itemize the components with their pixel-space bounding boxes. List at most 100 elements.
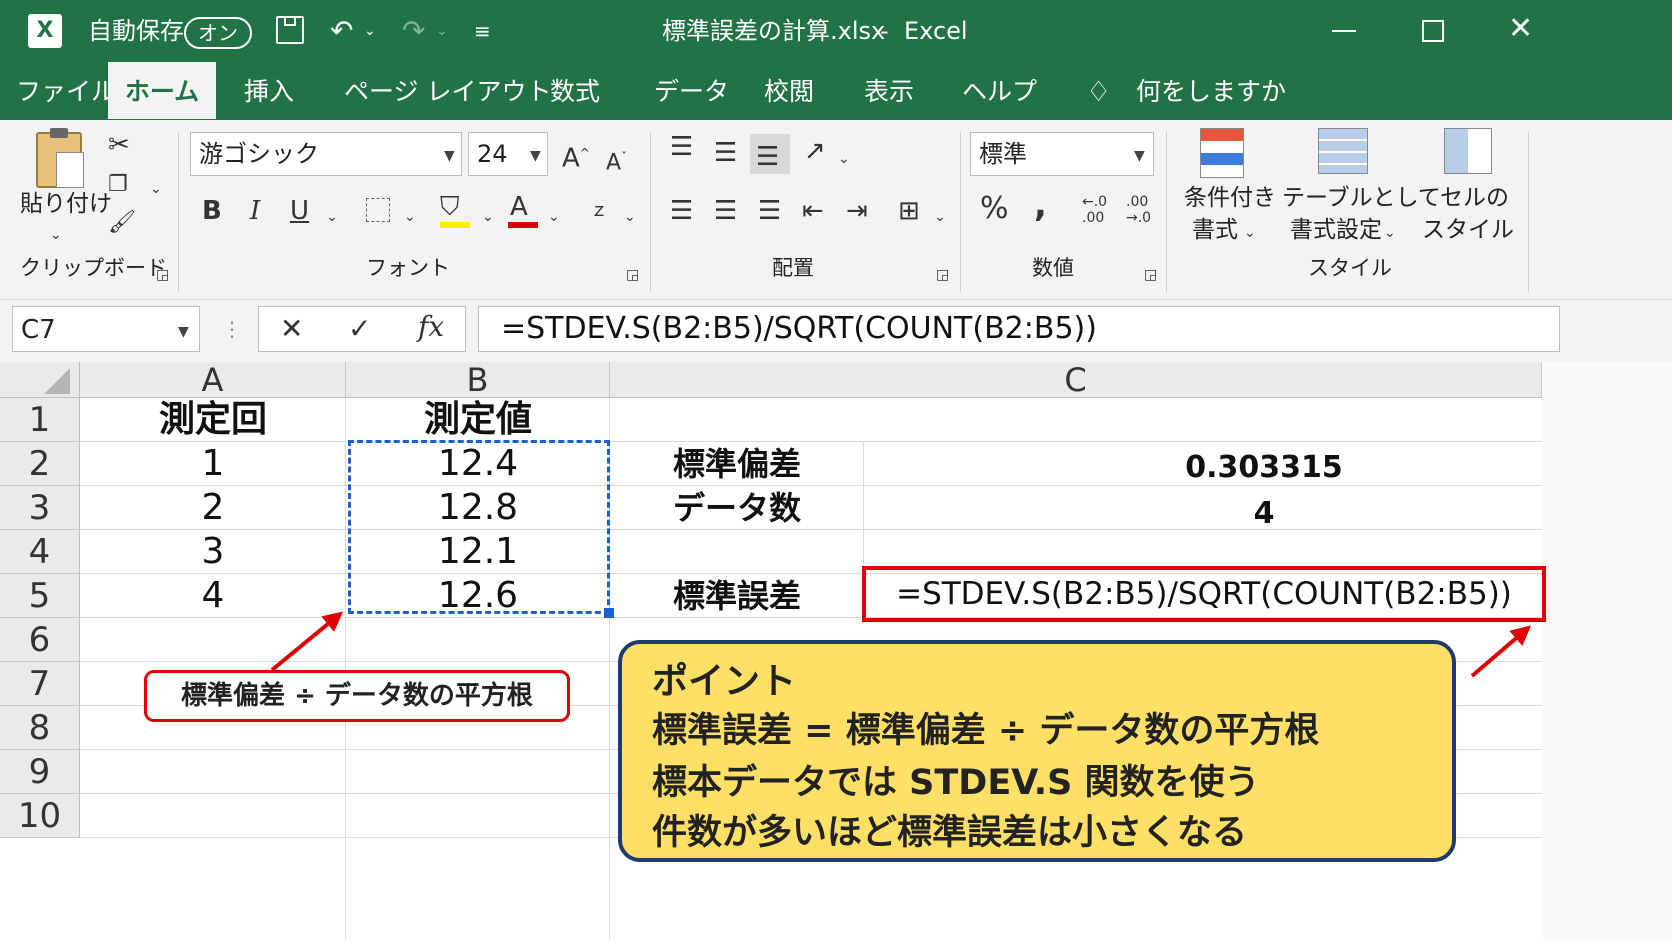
grow-font-icon[interactable]: A^	[562, 138, 590, 174]
phonetic-dropdown-icon[interactable]: ⌄	[624, 202, 636, 232]
tab-file[interactable]: ファイル	[16, 62, 116, 120]
fill-color-dropdown-icon[interactable]: ⌄	[482, 202, 494, 232]
conditional-formatting-label-1[interactable]: 条件付き	[1184, 184, 1276, 212]
font-color-dropdown-icon[interactable]: ⌄	[548, 202, 560, 232]
number-format-dropdown-icon[interactable]: ▼	[1134, 148, 1145, 164]
conditional-formatting-dropdown-icon[interactable]: ⌄	[1244, 218, 1256, 248]
cut-icon[interactable]: ✂	[108, 130, 130, 160]
conditional-formatting-icon[interactable]	[1200, 128, 1244, 178]
clipboard-group-label: クリップボード	[20, 256, 167, 280]
phonetic-icon[interactable]: ｚ	[590, 196, 608, 226]
cell-styles-label-1[interactable]: セルの	[1440, 184, 1509, 212]
excel-logo-icon: X	[28, 14, 62, 48]
font-size-dropdown-icon[interactable]: ▼	[530, 148, 541, 164]
callout-arrow	[270, 611, 344, 672]
point-line-2: 標本データでは STDEV.S 関数を使う	[652, 763, 1260, 803]
italic-button[interactable]: I	[250, 196, 260, 226]
tab-page-layout[interactable]: ページ レイアウト	[344, 62, 551, 120]
align-right-icon[interactable]: ☰	[758, 196, 781, 226]
redo-dropdown-icon: ⌄	[436, 23, 448, 39]
point-line-3: 件数が多いほど標準誤差は小さくなる	[652, 813, 1248, 853]
customize-qat-icon[interactable]: ≡	[474, 14, 491, 48]
save-icon[interactable]	[276, 16, 304, 44]
tab-help[interactable]: ヘルプ	[962, 62, 1037, 120]
conditional-formatting-label-2[interactable]: 書式	[1192, 216, 1238, 244]
formula-bar-grip-icon: ⋮	[222, 317, 242, 341]
percent-button[interactable]: %	[980, 194, 1009, 224]
increase-decimal-icon[interactable]: ←.0.00	[1082, 194, 1107, 226]
align-center-icon[interactable]: ☰	[714, 196, 737, 226]
autosave-toggle[interactable]: オン	[184, 17, 252, 49]
redo-icon: ↷	[402, 14, 426, 47]
font-name-value: 游ゴシック	[199, 140, 319, 168]
autosave-label: 自動保存	[88, 17, 184, 45]
increase-indent-icon[interactable]: ⇥	[846, 196, 868, 226]
paste-dropdown-icon[interactable]: ⌄	[50, 220, 62, 250]
orientation-icon[interactable]: ↗	[804, 136, 826, 166]
tab-data[interactable]: データ	[654, 62, 729, 120]
font-name-dropdown-icon[interactable]: ▼	[444, 148, 455, 164]
alignment-launcher-icon[interactable]: ◲	[936, 260, 949, 290]
point-line-1: 標準誤差 = 標準偏差 ÷ データ数の平方根	[652, 711, 1320, 751]
tab-home[interactable]: ホーム	[108, 62, 216, 124]
number-format-select[interactable]: 標準	[970, 132, 1154, 176]
format-as-table-label-1[interactable]: テーブルとして	[1282, 184, 1441, 212]
tab-formulas[interactable]: 数式	[550, 62, 600, 120]
ribbon: 貼り付け ⌄ ✂ ❐ ⌄ 🖌 クリップボード ◲ 游ゴシック ▼ 24 ▼ A^…	[0, 120, 1672, 300]
font-launcher-icon[interactable]: ◲	[626, 260, 639, 290]
enter-icon[interactable]: ✓	[348, 314, 371, 344]
minimize-icon[interactable]	[1332, 30, 1356, 32]
format-as-table-icon[interactable]	[1318, 128, 1368, 174]
borders-icon[interactable]	[366, 198, 390, 222]
cancel-icon[interactable]: ✕	[280, 314, 303, 344]
fill-color-swatch	[440, 222, 470, 228]
decrease-decimal-icon[interactable]: .00 →.0	[1126, 194, 1151, 226]
font-name-select[interactable]: 游ゴシック	[190, 132, 462, 176]
copy-dropdown-icon[interactable]: ⌄	[150, 174, 162, 204]
bold-button[interactable]: B	[202, 196, 222, 226]
shrink-font-icon[interactable]: Aˇ	[606, 142, 627, 178]
underline-dropdown-icon[interactable]: ⌄	[326, 202, 338, 232]
decrease-indent-icon[interactable]: ⇤	[802, 196, 824, 226]
align-middle-icon[interactable]: ☰	[714, 138, 737, 168]
align-top-icon[interactable]: ☰	[670, 132, 693, 162]
undo-icon[interactable]: ↶	[330, 14, 353, 48]
lightbulb-icon: ♢	[1086, 75, 1112, 108]
comma-button[interactable]: ,	[1034, 188, 1047, 222]
insert-function-icon[interactable]: fx	[418, 312, 444, 342]
name-box[interactable]: C7	[12, 306, 200, 352]
tab-view[interactable]: 表示	[864, 62, 914, 120]
clipboard-launcher-icon[interactable]: ◲	[156, 260, 169, 290]
merge-dropdown-icon[interactable]: ⌄	[934, 202, 946, 232]
paste-icon[interactable]	[36, 128, 84, 188]
borders-dropdown-icon[interactable]: ⌄	[404, 202, 416, 232]
alignment-group-label: 配置	[772, 256, 814, 280]
cell-styles-icon[interactable]	[1444, 128, 1492, 174]
align-left-icon[interactable]: ☰	[670, 196, 693, 226]
copy-icon[interactable]: ❐	[108, 170, 128, 200]
close-icon[interactable]: ✕	[1508, 12, 1533, 46]
tab-insert[interactable]: 挿入	[244, 62, 294, 120]
maximize-icon[interactable]	[1422, 20, 1444, 42]
format-as-table-dropdown-icon[interactable]: ⌄	[1384, 218, 1396, 248]
merge-center-icon[interactable]: ⊞	[898, 196, 920, 226]
point-title: ポイント	[652, 661, 797, 702]
format-painter-icon[interactable]: 🖌	[108, 208, 136, 238]
format-as-table-label-2[interactable]: 書式設定	[1290, 216, 1382, 244]
fill-color-icon[interactable]: ⛉	[440, 192, 460, 222]
align-bottom-icon[interactable]: ☰	[756, 142, 779, 172]
underline-button[interactable]: U	[290, 196, 309, 226]
orientation-dropdown-icon[interactable]: ⌄	[838, 144, 850, 174]
paste-label[interactable]: 貼り付け	[20, 190, 112, 218]
undo-dropdown-icon[interactable]: ⌄	[364, 14, 376, 48]
number-launcher-icon[interactable]: ◲	[1144, 260, 1157, 290]
number-group-label: 数値	[1032, 256, 1074, 280]
menu-bar: ファイル ホーム 挿入 ページ レイアウト 数式 データ 校閲 表示 ヘルプ ♢…	[0, 62, 1672, 124]
font-color-button[interactable]: A	[510, 192, 528, 222]
tell-me-search[interactable]: 何をしますか	[1136, 62, 1286, 120]
formula-input[interactable]: =STDEV.S(B2:B5)/SQRT(COUNT(B2:B5))	[478, 306, 1560, 352]
font-color-swatch	[508, 222, 538, 228]
tab-review[interactable]: 校閲	[764, 62, 814, 120]
name-box-dropdown-icon[interactable]: ▼	[178, 324, 189, 340]
cell-styles-dropdown-icon[interactable]: ⌄	[1500, 218, 1512, 248]
